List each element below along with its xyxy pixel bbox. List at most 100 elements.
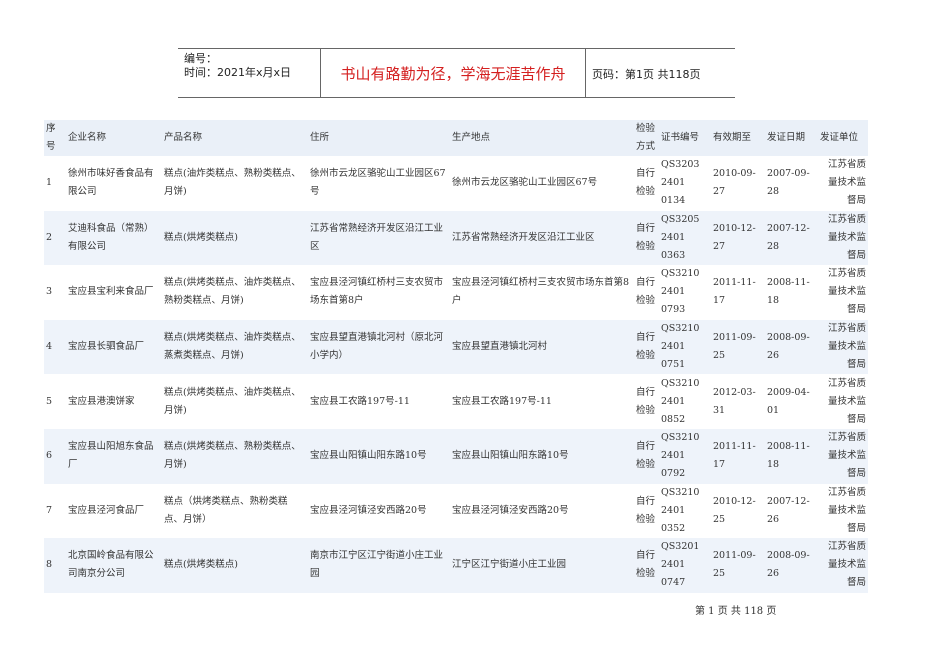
cell-product: 糕点(烘烤类糕点、油炸类糕点、月饼) <box>164 386 301 416</box>
cell-product: 糕点(烘烤类糕点、熟粉类糕点、月饼) <box>164 441 301 471</box>
table-header-row: 序号 企业名称 产品名称 住所 生产地点 检验方式 证书编号 有效期至 发证日期 发证单位 <box>44 120 868 156</box>
cell-address: 宝应县泾河镇泾安西路20号 <box>310 504 427 516</box>
cell-inspection: 自行检验 <box>636 550 656 580</box>
table-row: 5 宝应县港澳饼家 糕点(烘烤类糕点、油炸类糕点、月饼) 宝应县工农路197号-11 宝… <box>44 374 868 429</box>
cell-address: 宝应县望直港镇北河村（原北河小学内） <box>310 332 444 362</box>
cell-valid: 2010-12-25 <box>713 495 756 525</box>
cell-cert: QS3210 2401 0793 <box>661 268 700 316</box>
cell-company: 宝应县山阳旭东食品厂 <box>68 441 154 471</box>
column-header: 企业名称 <box>68 132 107 143</box>
cell-cert: QS3203 2401 0134 <box>661 159 700 207</box>
cell-site: 宝应县泾河镇泾安西路20号 <box>452 504 569 516</box>
cell-valid: 2011-11-17 <box>713 277 756 307</box>
column-header: 产品名称 <box>164 132 203 143</box>
cell-no: 1 <box>46 177 53 189</box>
table-row: 8 北京国岭食品有限公司南京分公司 糕点(烘烤类糕点) 南京市江宁区江宁街道小庄工业园… <box>44 538 868 593</box>
cell-issued: 2007-09-28 <box>767 168 810 198</box>
cell-inspection: 自行检验 <box>636 332 656 362</box>
cell-cert: QS3201 2401 0747 <box>661 541 700 589</box>
cell-valid: 2011-11-17 <box>713 441 756 471</box>
cell-product: 糕点(烘烤类糕点、油炸类糕点、蒸煮类糕点、月饼) <box>164 332 301 362</box>
column-header: 有效期至 <box>713 132 752 143</box>
cell-inspection: 自行检验 <box>636 386 656 416</box>
cell-authority: 江苏省质量技术监督局 <box>827 432 866 480</box>
cell-valid: 2011-09-25 <box>713 550 756 580</box>
cell-inspection: 自行检验 <box>636 277 656 307</box>
column-header: 住所 <box>310 132 330 143</box>
cell-cert: QS3210 2401 0852 <box>661 377 700 425</box>
cell-valid: 2011-09-25 <box>713 332 756 362</box>
cell-no: 8 <box>46 559 53 571</box>
page-footer: 第 1 页 共 118 页 <box>695 606 777 617</box>
table-row: 1 徐州市味好香食品有限公司 糕点(油炸类糕点、熟粉类糕点、月饼) 徐州市云龙区骆驼山… <box>44 156 868 211</box>
cell-site: 江苏省常熟经济开发区沿江工业区 <box>452 231 595 243</box>
cell-site: 宝应县望直港镇北河村 <box>452 341 548 353</box>
cell-inspection: 自行检验 <box>636 495 656 525</box>
cell-issued: 2007-12-26 <box>767 495 810 525</box>
time-label: 时间：2021年x月x日 <box>184 66 292 79</box>
cell-site: 徐州市云龙区骆驼山工业园区67号 <box>452 177 598 189</box>
cell-authority: 江苏省质量技术监督局 <box>827 268 866 316</box>
cell-address: 宝应县泾河镇红桥村三支农贸市场东首第8户 <box>310 277 444 307</box>
cell-address: 徐州市云龙区骆驼山工业园区67号 <box>310 168 446 198</box>
cell-product: 糕点（烘烤类糕点、熟粉类糕点、月饼） <box>164 495 288 525</box>
cell-issued: 2008-09-26 <box>767 550 810 580</box>
cell-site: 宝应县山阳镇山阳东路10号 <box>452 450 569 462</box>
column-header: 检验方式 <box>636 123 656 152</box>
page-label: 页码：第1页 共118页 <box>592 68 701 81</box>
cell-no: 5 <box>46 395 53 407</box>
motto: 书山有路勤为径，学海无涯苦作舟 <box>320 49 586 97</box>
cell-inspection: 自行检验 <box>636 222 656 252</box>
cell-no: 3 <box>46 286 53 298</box>
cell-authority: 江苏省质量技术监督局 <box>827 159 866 207</box>
column-header: 发证日期 <box>767 132 806 143</box>
cell-no: 4 <box>46 341 53 353</box>
cell-cert: QS3210 2401 0792 <box>661 432 700 480</box>
cell-company: 徐州市味好香食品有限公司 <box>68 168 154 198</box>
cell-cert: QS3210 2401 0751 <box>661 323 700 371</box>
cell-company: 宝应县泾河食品厂 <box>68 504 145 516</box>
cell-authority: 江苏省质量技术监督局 <box>827 213 866 261</box>
document-page: 编号： 时间：2021年x月x日 书山有路勤为径，学海无涯苦作舟 页码：第1页 … <box>0 0 950 672</box>
header-meta: 编号： 时间：2021年x月x日 <box>184 52 291 80</box>
page-header: 编号： 时间：2021年x月x日 书山有路勤为径，学海无涯苦作舟 页码：第1页 … <box>178 48 735 98</box>
cell-issued: 2008-11-18 <box>767 441 810 471</box>
cell-valid: 2010-12-27 <box>713 222 756 252</box>
cell-no: 6 <box>46 450 53 462</box>
cell-authority: 江苏省质量技术监督局 <box>827 486 866 534</box>
cell-valid: 2010-09-27 <box>713 168 756 198</box>
cell-company: 北京国岭食品有限公司南京分公司 <box>68 550 154 580</box>
cell-company: 宝应县长驷食品厂 <box>68 341 145 353</box>
license-table: 序号 企业名称 产品名称 住所 生产地点 检验方式 证书编号 有效期至 发证日期 发证单位 1 徐州… <box>44 120 868 593</box>
cell-authority: 江苏省质量技术监督局 <box>827 377 866 425</box>
cell-authority: 江苏省质量技术监督局 <box>827 323 866 371</box>
cell-issued: 2009-04-01 <box>767 386 810 416</box>
cell-issued: 2007-12-28 <box>767 222 810 252</box>
table-row: 2 艾迪科食品（常熟）有限公司 糕点(烘烤类糕点) 江苏省常熟经济开发区沿江工业区 江苏… <box>44 210 868 266</box>
cell-product: 糕点(烘烤类糕点、油炸类糕点、熟粉类糕点、月饼) <box>164 277 301 307</box>
cell-site: 宝应县工农路197号-11 <box>452 395 552 407</box>
cell-product: 糕点(烘烤类糕点) <box>164 559 238 571</box>
cell-cert: QS3210 2401 0352 <box>661 486 700 534</box>
number-label: 编号： <box>184 52 217 65</box>
table-row: 4 宝应县长驷食品厂 糕点(烘烤类糕点、油炸类糕点、蒸煮类糕点、月饼) 宝应县望直港镇… <box>44 319 868 375</box>
cell-company: 宝应县宝利来食品厂 <box>68 286 154 298</box>
cell-address: 南京市江宁区江宁街道小庄工业园 <box>310 550 444 580</box>
column-header: 发证单位 <box>820 132 859 143</box>
column-header: 生产地点 <box>452 132 491 143</box>
table-row: 3 宝应县宝利来食品厂 糕点(烘烤类糕点、油炸类糕点、熟粉类糕点、月饼) 宝应县泾河镇… <box>44 265 868 320</box>
cell-site: 宝应县泾河镇红桥村三支农贸市场东首第8户 <box>452 277 630 307</box>
cell-company: 宝应县港澳饼家 <box>68 395 135 407</box>
cell-company: 艾迪科食品（常熟）有限公司 <box>68 222 154 252</box>
cell-inspection: 自行检验 <box>636 441 656 471</box>
cell-product: 糕点(油炸类糕点、熟粉类糕点、月饼) <box>164 168 301 198</box>
cell-issued: 2008-11-18 <box>767 277 810 307</box>
column-header: 序号 <box>46 123 56 152</box>
column-header: 证书编号 <box>661 132 700 143</box>
cell-cert: QS3205 2401 0363 <box>661 213 700 261</box>
cell-product: 糕点(烘烤类糕点) <box>164 231 238 243</box>
table-row: 6 宝应县山阳旭东食品厂 糕点(烘烤类糕点、熟粉类糕点、月饼) 宝应县山阳镇山阳东路1… <box>44 428 868 484</box>
cell-authority: 江苏省质量技术监督局 <box>827 541 866 589</box>
cell-no: 7 <box>46 504 53 516</box>
cell-issued: 2008-09-26 <box>767 332 810 362</box>
